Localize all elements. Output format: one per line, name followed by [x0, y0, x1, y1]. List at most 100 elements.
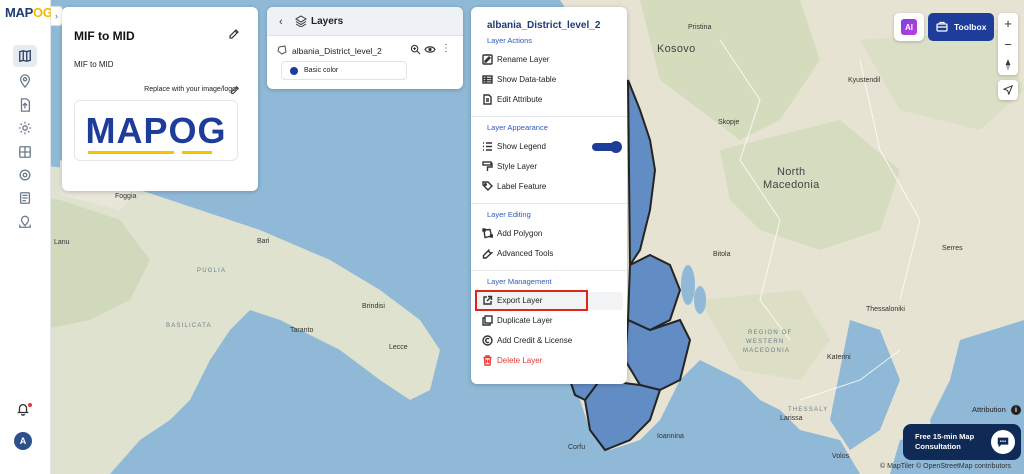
edit-logo-pencil-icon[interactable]	[230, 85, 240, 95]
compass-button[interactable]	[998, 55, 1018, 75]
user-avatar[interactable]: A	[14, 432, 32, 450]
layers-title: Layers	[311, 16, 344, 27]
section-layer-editing: Layer Editing	[487, 210, 531, 219]
export-layer-highlight-box	[475, 290, 588, 311]
menu-add-polygon[interactable]: Add Polygon	[475, 225, 623, 243]
style-label: Basic color	[304, 67, 339, 74]
map-description: MIF to MID	[74, 60, 114, 69]
eye-visibility-icon[interactable]	[424, 44, 436, 55]
sidebar-location-button[interactable]	[13, 70, 37, 92]
layer-actions-menu: albania_District_level_2 Layer Actions R…	[471, 7, 627, 384]
notifications-button[interactable]	[16, 402, 34, 420]
zoom-in-button[interactable]: +	[998, 13, 1018, 33]
menu-label-label-feature: Label Feature	[497, 182, 547, 191]
section-layer-management: Layer Management	[487, 277, 552, 286]
menu-label-feature[interactable]: Label Feature	[475, 178, 623, 196]
layer-style-swatch[interactable]: Basic color	[281, 61, 407, 80]
copyright-icon	[482, 335, 493, 346]
map-label-skopje: Skopje	[718, 119, 740, 126]
map-label-lanu: Lanu	[54, 239, 70, 246]
map-label-kyustendil: Kyustendil	[848, 77, 881, 84]
sidebar-settings-button[interactable]	[13, 117, 37, 139]
consultation-text: Free 15-min Map Consultation	[915, 432, 975, 451]
more-options-icon[interactable]: ⋮	[441, 43, 451, 54]
info-icon[interactable]: i	[1011, 405, 1021, 415]
trash-icon	[483, 355, 492, 366]
toolbox-button[interactable]: Toolbox	[928, 13, 994, 41]
map-label-katerini: Katerini	[827, 354, 851, 361]
menu-layer-name: albania_District_level_2	[487, 20, 601, 31]
layer-name[interactable]: albania_District_level_2	[292, 46, 382, 56]
menu-label-advanced-tools: Advanced Tools	[497, 249, 554, 258]
paint-roller-icon	[482, 161, 493, 171]
polygon-layer-icon	[277, 45, 287, 55]
wrench-icon	[482, 249, 494, 259]
sidebar-gallery-button[interactable]	[13, 141, 37, 163]
zoom-out-button[interactable]: −	[998, 34, 1018, 54]
toggle-knob	[610, 141, 622, 153]
zoom-to-layer-icon[interactable]	[410, 44, 421, 55]
compass-icon	[1005, 59, 1011, 71]
legend-list-icon	[483, 142, 492, 151]
edit-attribute-icon	[483, 94, 492, 105]
map-icon	[19, 49, 31, 63]
mapog-logo: MAPOG	[85, 110, 226, 152]
section-layer-appearance: Layer Appearance	[487, 123, 548, 132]
show-legend-toggle[interactable]	[592, 141, 622, 153]
map-label-ioannina: Ioannina	[657, 433, 684, 440]
chat-button[interactable]	[991, 430, 1015, 454]
app-logo[interactable]: MAPOG	[5, 5, 53, 20]
logo-underline-left	[88, 151, 174, 154]
logo-big-accent: OG	[168, 109, 227, 151]
location-pin-icon	[19, 74, 31, 88]
menu-rename-layer[interactable]: Rename Layer	[475, 51, 623, 69]
replace-logo-text[interactable]: Replace with your image/logo	[144, 86, 236, 93]
geolocate-button[interactable]	[998, 80, 1018, 100]
map-label-thessaloniki: Thessaloniki	[866, 306, 905, 313]
map-title: MIF to MID	[74, 29, 135, 43]
consultation-banner[interactable]: Free 15-min Map Consultation	[903, 424, 1021, 460]
menu-label-delete-layer: Delete Layer	[497, 356, 543, 365]
menu-advanced-tools[interactable]: Advanced Tools	[475, 245, 623, 263]
menu-label-style-layer: Style Layer	[497, 162, 538, 171]
map-label-macedonia-region: MACEDONIA	[743, 348, 791, 354]
ai-assistant-button[interactable]: AI	[894, 13, 924, 41]
sidebar-tools-button[interactable]	[13, 164, 37, 186]
polygon-draw-icon	[482, 228, 494, 239]
map-label-lecce: Lecce	[389, 344, 408, 351]
edit-pencil-icon[interactable]	[228, 28, 240, 40]
map-label-western: WESTERN	[746, 339, 785, 345]
map-label-thessaly: THESSALY	[788, 407, 829, 413]
menu-label-rename: Rename Layer	[497, 55, 550, 64]
document-list-icon	[19, 192, 31, 204]
left-sidebar: MAPOG A	[0, 0, 53, 474]
menu-style-layer[interactable]: Style Layer	[475, 158, 623, 176]
map-label-basilicata: BASILICATA	[166, 323, 212, 329]
attribution-label[interactable]: Attribution	[972, 405, 1006, 414]
menu-edit-attribute[interactable]: Edit Attribute	[475, 91, 623, 109]
duplicate-icon	[482, 315, 493, 326]
menu-label-datatable: Show Data-table	[497, 75, 557, 84]
map-credits[interactable]: © MapTiler © OpenStreetMap contributors	[880, 463, 1011, 470]
sidebar-reports-button[interactable]	[13, 187, 37, 209]
sidebar-map-button[interactable]	[13, 45, 37, 67]
menu-duplicate-layer[interactable]: Duplicate Layer	[475, 312, 623, 330]
menu-label-add-polygon: Add Polygon	[497, 229, 543, 238]
sidebar-upload-button[interactable]	[13, 94, 37, 116]
menu-delete-layer[interactable]: Delete Layer	[475, 352, 623, 370]
menu-show-legend[interactable]: Show Legend	[475, 138, 623, 156]
map-label-larissa: Larissa	[780, 415, 803, 422]
layers-panel: ‹ Layers albania_District_level_2 ⋮ Basi…	[267, 7, 463, 89]
logo-underline-right	[182, 151, 212, 154]
tag-icon	[482, 181, 493, 191]
style-color-dot	[290, 67, 298, 75]
map-label-bitola: Bitola	[713, 251, 731, 258]
map-label-foggia: Foggia	[115, 193, 137, 200]
menu-show-datatable[interactable]: Show Data-table	[475, 71, 623, 89]
menu-label-duplicate-layer: Duplicate Layer	[497, 316, 553, 325]
menu-add-credit[interactable]: Add Credit & License	[475, 332, 623, 350]
menu-label-add-credit: Add Credit & License	[497, 336, 573, 345]
sidebar-share-button[interactable]	[13, 211, 37, 233]
back-arrow-icon[interactable]: ‹	[279, 16, 283, 28]
chat-bubble-icon	[997, 437, 1009, 448]
